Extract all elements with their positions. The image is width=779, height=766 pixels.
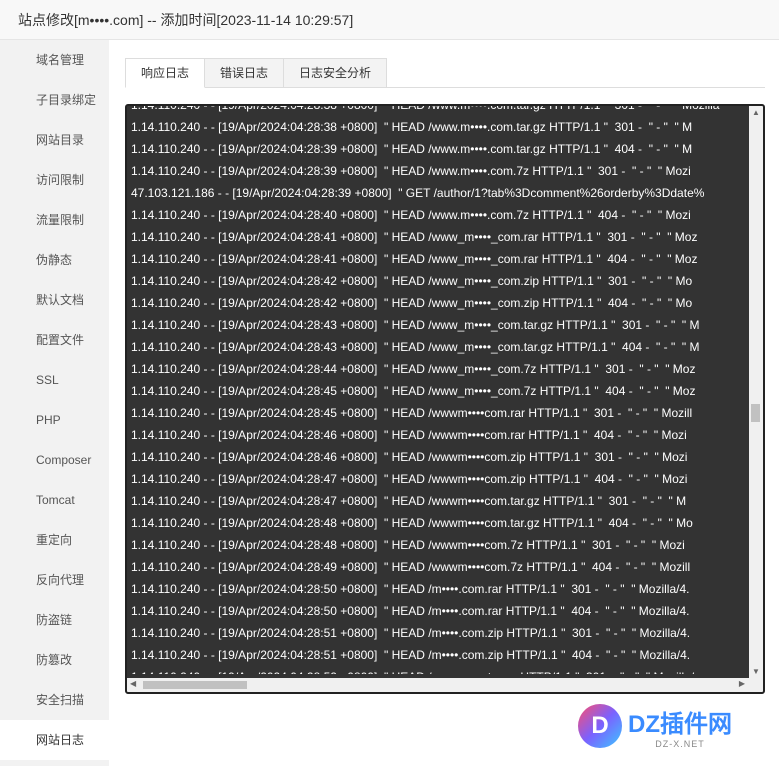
log-line: 1.14.110.240 - - [19/Apr/2024:04:28:50 +… bbox=[131, 582, 690, 596]
log-line: 1.14.110.240 - - [19/Apr/2024:04:28:45 +… bbox=[131, 406, 693, 420]
log-line: 1.14.110.240 - - [19/Apr/2024:04:28:38 +… bbox=[131, 120, 693, 134]
log-line: 1.14.110.240 - - [19/Apr/2024:04:28:39 +… bbox=[131, 142, 693, 156]
log-line: 1.14.110.240 - - [19/Apr/2024:04:28:47 +… bbox=[131, 494, 687, 508]
vertical-scrollbar[interactable]: ▲ ▼ bbox=[749, 106, 763, 678]
sidebar-item-10[interactable]: Composer bbox=[0, 440, 109, 480]
vertical-scroll-thumb[interactable] bbox=[751, 404, 760, 422]
horizontal-scroll-thumb[interactable] bbox=[143, 681, 247, 689]
sidebar-item-2[interactable]: 网站目录 bbox=[0, 120, 109, 160]
log-line: 1.14.110.240 - - [19/Apr/2024:04:28:41 +… bbox=[131, 230, 698, 244]
dialog-title: 站点修改[m••••.com] -- 添加时间[2023-11-14 10:29… bbox=[18, 11, 354, 28]
log-line: 1.14.110.240 - - [19/Apr/2024:04:28:46 +… bbox=[131, 428, 687, 442]
sidebar-item-3[interactable]: 访问限制 bbox=[0, 160, 109, 200]
sidebar-item-12[interactable]: 重定向 bbox=[0, 520, 109, 560]
log-line: 1.14.110.240 - - [19/Apr/2024:04:28:47 +… bbox=[131, 472, 688, 486]
sidebar-item-1[interactable]: 子目录绑定 bbox=[0, 80, 109, 120]
log-line: 1.14.110.240 - - [19/Apr/2024:04:28:38 +… bbox=[131, 104, 720, 112]
sidebar-item-6[interactable]: 默认文档 bbox=[0, 280, 109, 320]
scroll-up-icon[interactable]: ▲ bbox=[752, 108, 760, 117]
log-line: 1.14.110.240 - - [19/Apr/2024:04:28:51 +… bbox=[131, 648, 691, 662]
log-line: 1.14.110.240 - - [19/Apr/2024:04:28:42 +… bbox=[131, 296, 693, 310]
log-line: 1.14.110.240 - - [19/Apr/2024:04:28:41 +… bbox=[131, 252, 698, 266]
log-line: 1.14.110.240 - - [19/Apr/2024:04:28:42 +… bbox=[131, 274, 693, 288]
sidebar-item-9[interactable]: PHP bbox=[0, 400, 109, 440]
log-line: 47.103.121.186 - - [19/Apr/2024:04:28:39… bbox=[131, 186, 705, 200]
log-tabs: 响应日志 错误日志 日志安全分析 bbox=[125, 58, 765, 88]
sidebar-item-7[interactable]: 配置文件 bbox=[0, 320, 109, 360]
sidebar-item-0[interactable]: 域名管理 bbox=[0, 40, 109, 80]
sidebar-item-15[interactable]: 防篡改 bbox=[0, 640, 109, 680]
scroll-right-icon[interactable]: ▶ bbox=[739, 679, 745, 688]
main-panel: 响应日志 错误日志 日志安全分析 1.14.110.240 - - [19/Apr/… bbox=[109, 40, 779, 766]
sidebar-item-8[interactable]: SSL bbox=[0, 360, 109, 400]
sidebar: 域名管理 子目录绑定 网站目录 访问限制 流量限制 伪静态 默认文档 配置文件 SSL PHP Co… bbox=[0, 40, 109, 766]
tab-2[interactable]: 日志安全分析 bbox=[284, 58, 388, 88]
sidebar-item-14[interactable]: 防盗链 bbox=[0, 600, 109, 640]
log-line: 1.14.110.240 - - [19/Apr/2024:04:28:46 +… bbox=[131, 450, 688, 464]
log-line: 1.14.110.240 - - [19/Apr/2024:04:28:43 +… bbox=[131, 318, 700, 332]
watermark: D DZ插件网 DZ-X.NET bbox=[578, 697, 768, 755]
log-line: 1.14.110.240 - - [19/Apr/2024:04:28:52 +… bbox=[131, 666, 743, 674]
log-line: 1.14.110.240 - - [19/Apr/2024:04:28:48 +… bbox=[131, 538, 685, 552]
log-line: 1.14.110.240 - - [19/Apr/2024:04:28:51 +… bbox=[131, 626, 691, 640]
horizontal-scrollbar[interactable]: ◀ ▶ bbox=[127, 678, 763, 692]
watermark-main: DZ插件网 bbox=[628, 710, 732, 738]
log-viewer[interactable]: 1.14.110.240 - - [19/Apr/2024:04:28:38 +… bbox=[125, 104, 765, 694]
log-line: 1.14.110.240 - - [19/Apr/2024:04:28:50 +… bbox=[131, 604, 690, 618]
log-line: 1.14.110.240 - - [19/Apr/2024:04:28:45 +… bbox=[131, 384, 696, 398]
log-line: 1.14.110.240 - - [19/Apr/2024:04:28:39 +… bbox=[131, 164, 691, 178]
sidebar-item-17[interactable]: 网站日志 bbox=[0, 720, 109, 760]
watermark-sub: DZ-X.NET bbox=[655, 738, 705, 749]
tab-1[interactable]: 错误日志 bbox=[205, 58, 285, 88]
sidebar-item-13[interactable]: 反向代理 bbox=[0, 560, 109, 600]
site-edit-dialog: 站点修改[m••••.com] -- 添加时间[2023-11-14 10:29… bbox=[0, 0, 779, 766]
log-line: 1.14.110.240 - - [19/Apr/2024:04:28:49 +… bbox=[131, 560, 691, 574]
log-line: 1.14.110.240 - - [19/Apr/2024:04:28:40 +… bbox=[131, 208, 691, 222]
scroll-left-icon[interactable]: ◀ bbox=[130, 679, 136, 688]
log-content: 1.14.110.240 - - [19/Apr/2024:04:28:38 +… bbox=[131, 104, 743, 674]
dialog-titlebar: 站点修改[m••••.com] -- 添加时间[2023-11-14 10:29… bbox=[0, 0, 779, 40]
sidebar-item-11[interactable]: Tomcat bbox=[0, 480, 109, 520]
watermark-logo-icon: D bbox=[578, 704, 622, 748]
scroll-down-icon[interactable]: ▼ bbox=[752, 667, 760, 676]
sidebar-item-5[interactable]: 伪静态 bbox=[0, 240, 109, 280]
sidebar-item-16[interactable]: 安全扫描 bbox=[0, 680, 109, 720]
watermark-text: DZ插件网 DZ-X.NET bbox=[628, 704, 732, 749]
log-line: 1.14.110.240 - - [19/Apr/2024:04:28:43 +… bbox=[131, 340, 700, 354]
log-line: 1.14.110.240 - - [19/Apr/2024:04:28:44 +… bbox=[131, 362, 696, 376]
tab-0[interactable]: 响应日志 bbox=[125, 58, 206, 88]
sidebar-item-4[interactable]: 流量限制 bbox=[0, 200, 109, 240]
log-line: 1.14.110.240 - - [19/Apr/2024:04:28:48 +… bbox=[131, 516, 693, 530]
